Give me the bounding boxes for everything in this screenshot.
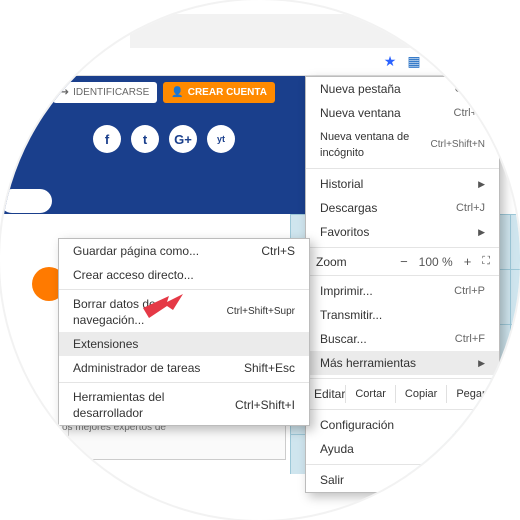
twitter-icon[interactable]: t	[131, 125, 159, 153]
chevron-right-icon: ▶	[478, 176, 485, 192]
sel-extension-icon[interactable]	[454, 54, 470, 70]
menu-separator	[306, 247, 499, 248]
create-label: CREAR CUENTA	[188, 87, 267, 98]
youtube-icon[interactable]: yt	[207, 125, 235, 153]
user-plus-icon: 👤	[171, 87, 183, 98]
menu-new-tab[interactable]: Nueva pestaña Ctrl+T	[306, 77, 499, 101]
menu-edit-row: Editar Cortar Copiar Pegar	[306, 382, 499, 406]
facebook-icon[interactable]: f	[93, 125, 121, 153]
menu-downloads[interactable]: Descargas Ctrl+J	[306, 196, 499, 220]
menu-exit[interactable]: Salir	[306, 468, 499, 492]
chevron-right-icon: ▶	[478, 441, 485, 457]
fullscreen-icon[interactable]: ⛶	[482, 255, 489, 268]
menu-incognito[interactable]: Nueva ventana de incógnito Ctrl+Shift+N	[306, 125, 499, 165]
paste-button[interactable]: Pegar	[446, 385, 494, 403]
menu-new-window[interactable]: Nueva ventana Ctrl+N	[306, 101, 499, 125]
menu-separator	[306, 275, 499, 276]
chevron-right-icon: ▶	[478, 224, 485, 240]
submenu-create-shortcut[interactable]: Crear acceso directo...	[59, 263, 309, 287]
hero-accent-pill	[0, 189, 52, 213]
annotation-arrow-icon	[143, 290, 183, 318]
menu-separator	[306, 168, 499, 169]
zoom-in-button[interactable]: +	[464, 254, 472, 269]
menu-more-tools[interactable]: Más herramientas ▶	[306, 351, 499, 375]
menu-separator	[59, 382, 309, 383]
menu-settings[interactable]: Configuración	[306, 413, 499, 437]
copy-button[interactable]: Copiar	[395, 385, 446, 403]
opera-icon[interactable]	[478, 54, 494, 70]
menu-cast[interactable]: Transmitir...	[306, 303, 499, 327]
submenu-save-page[interactable]: Guardar página como... Ctrl+S	[59, 239, 309, 263]
menu-help[interactable]: Ayuda ▶	[306, 437, 499, 461]
browser-tab-strip	[130, 14, 420, 48]
cut-button[interactable]: Cortar	[345, 385, 395, 403]
create-account-button[interactable]: 👤 CREAR CUENTA	[163, 82, 275, 103]
reader-icon[interactable]: ▦	[406, 54, 422, 70]
menu-separator	[59, 289, 309, 290]
zoom-out-button[interactable]: −	[400, 254, 408, 269]
login-icon: ➜	[61, 87, 69, 98]
social-icons: f t G+ yt	[93, 125, 235, 153]
submenu-task-manager[interactable]: Administrador de tareas Shift+Esc	[59, 356, 309, 380]
google-plus-icon[interactable]: G+	[169, 125, 197, 153]
menu-zoom-row: Zoom − 100 % + ⛶	[306, 251, 499, 272]
menu-print[interactable]: Imprimir... Ctrl+P	[306, 279, 499, 303]
extension-icon[interactable]: ✎	[430, 54, 446, 70]
menu-find[interactable]: Buscar... Ctrl+F	[306, 327, 499, 351]
submenu-extensions[interactable]: Extensiones	[59, 332, 309, 356]
submenu-clear-data[interactable]: Borrar datos de navegación... Ctrl+Shift…	[59, 292, 309, 332]
extension-toolbar: ★ ▦ ✎	[0, 48, 500, 76]
browser-main-menu: Nueva pestaña Ctrl+T Nueva ventana Ctrl+…	[305, 76, 500, 493]
chevron-right-icon: ▶	[478, 355, 485, 371]
menu-separator	[306, 464, 499, 465]
submenu-dev-tools[interactable]: Herramientas del desarrollador Ctrl+Shif…	[59, 385, 309, 425]
menu-bookmarks[interactable]: Favoritos ▶	[306, 220, 499, 244]
bookmark-star-icon[interactable]: ★	[382, 54, 398, 70]
identify-label: IDENTIFICARSE	[73, 87, 149, 98]
menu-separator	[306, 378, 499, 379]
menu-separator	[306, 409, 499, 410]
zoom-value: 100 %	[419, 255, 453, 269]
menu-history[interactable]: Historial ▶	[306, 172, 499, 196]
identify-button[interactable]: ➜ IDENTIFICARSE	[53, 82, 158, 103]
more-tools-submenu: Guardar página como... Ctrl+S Crear acce…	[58, 238, 310, 426]
